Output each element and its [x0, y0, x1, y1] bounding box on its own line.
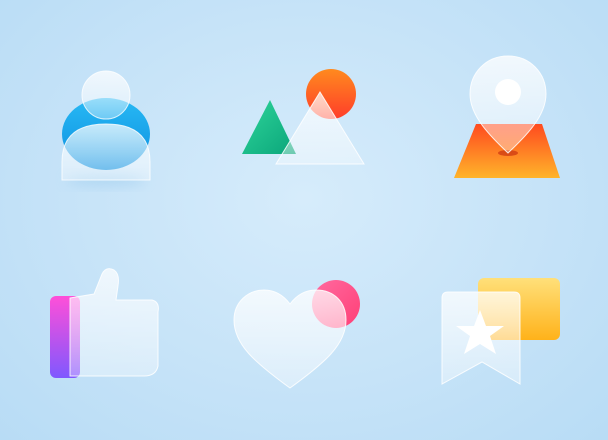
user-icon	[36, 52, 176, 192]
icon-set-canvas	[0, 0, 608, 440]
heart-icon	[226, 270, 366, 410]
bookmark-star-icon	[432, 264, 572, 404]
location-pin-icon	[438, 46, 578, 186]
image-icon	[232, 56, 372, 196]
thumbs-up-icon	[36, 258, 176, 398]
